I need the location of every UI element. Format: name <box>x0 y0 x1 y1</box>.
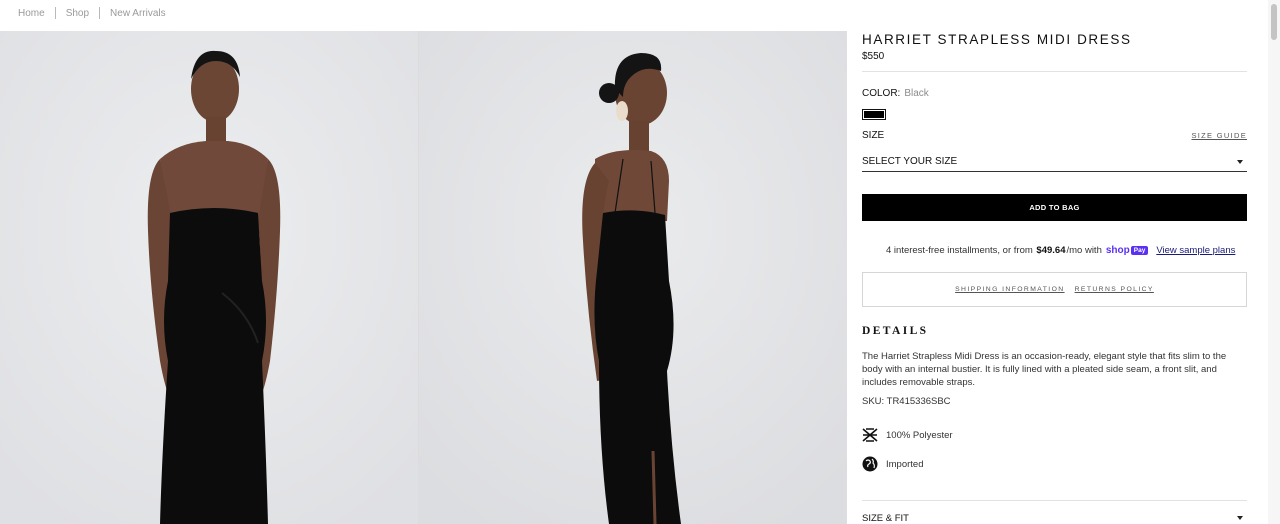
shop-pay-badge: Pay <box>1130 246 1149 255</box>
product-sku: SKU: TR415336SBC <box>862 396 951 407</box>
page-scrollbar[interactable] <box>1268 0 1280 524</box>
size-select-value: SELECT YOUR SIZE <box>862 156 958 167</box>
scrollbar-thumb[interactable] <box>1271 4 1277 40</box>
feature-material: 100% Polyester <box>862 427 953 443</box>
product-price: $550 <box>862 51 885 62</box>
product-panel: HARRIET STRAPLESS MIDI DRESS $550 COLOR:… <box>862 0 1247 524</box>
add-to-bag-button[interactable]: ADD TO BAG <box>862 194 1247 221</box>
color-value: Black <box>904 88 929 99</box>
product-image-front[interactable] <box>0 31 418 524</box>
installments-amount: $49.64 <box>1036 245 1066 256</box>
swatch-fill <box>864 111 884 118</box>
globe-icon <box>862 456 878 472</box>
view-sample-plans-link[interactable]: View sample plans <box>1156 245 1235 256</box>
installments-suffix: /mo with <box>1066 245 1102 256</box>
color-swatch-black[interactable] <box>862 109 886 120</box>
divider <box>862 71 1247 72</box>
breadcrumb: Home Shop New Arrivals <box>18 6 166 20</box>
shipping-information-link[interactable]: SHIPPING INFORMATION <box>955 286 1064 293</box>
product-description: The Harriet Strapless Midi Dress is an o… <box>862 351 1227 388</box>
breadcrumb-new-arrivals[interactable]: New Arrivals <box>110 8 166 19</box>
breadcrumb-shop[interactable]: Shop <box>66 8 89 19</box>
divider <box>862 500 1247 501</box>
installments-text: 4 interest-free installments, or from <box>886 245 1033 256</box>
fabric-icon <box>862 427 878 443</box>
returns-policy-link[interactable]: RETURNS POLICY <box>1075 286 1154 293</box>
size-label: SIZE <box>862 130 885 141</box>
size-fit-accordion[interactable]: SIZE & FIT <box>862 513 1247 524</box>
feature-origin-label: Imported <box>886 458 924 470</box>
chevron-down-icon <box>1237 160 1243 164</box>
size-select[interactable]: SELECT YOUR SIZE <box>862 150 1247 172</box>
breadcrumb-separator <box>54 7 56 19</box>
chevron-down-icon <box>1237 516 1243 520</box>
installments-info: 4 interest-free installments, or from $4… <box>886 245 1235 256</box>
shop-pay-wordmark: shop <box>1105 245 1130 256</box>
color-label: COLOR: <box>862 88 901 99</box>
product-image-side[interactable] <box>418 31 847 524</box>
info-links-box: SHIPPING INFORMATION RETURNS POLICY <box>862 272 1247 307</box>
product-title: HARRIET STRAPLESS MIDI DRESS <box>862 32 1132 47</box>
feature-material-label: 100% Polyester <box>886 429 953 441</box>
shop-pay-logo: shop Pay <box>1105 245 1149 256</box>
breadcrumb-home[interactable]: Home <box>18 8 45 19</box>
breadcrumb-separator <box>99 7 101 19</box>
feature-origin: Imported <box>862 456 924 472</box>
color-row: COLOR: Black <box>862 88 929 99</box>
product-gallery <box>0 31 847 524</box>
details-heading: DETAILS <box>862 325 929 337</box>
size-guide-link[interactable]: SIZE GUIDE <box>1191 131 1247 140</box>
size-fit-label: SIZE & FIT <box>862 513 909 524</box>
